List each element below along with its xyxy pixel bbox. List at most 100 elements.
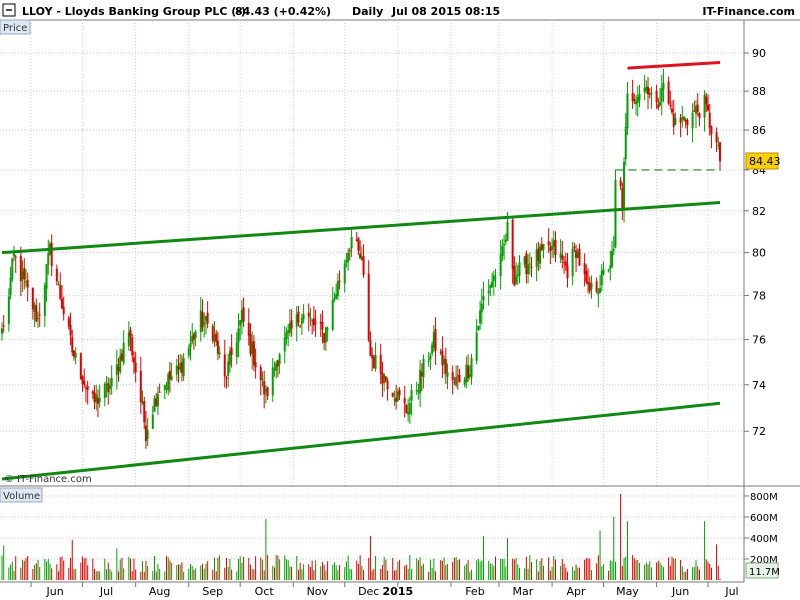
candle-body [501,246,504,256]
chart-title: LLOY - Lloyds Banking Group PLC (-) [22,5,246,18]
candle-body [439,351,442,353]
candle-body [407,412,410,415]
candle-body [96,397,99,404]
candle-body [72,350,75,357]
candle-body [571,248,574,277]
candle-body [600,270,603,286]
candle-body [588,282,591,292]
candle-body [31,287,34,310]
candle-body [203,322,206,325]
period: Daily [352,5,383,18]
candle-body [146,430,149,439]
timestamp: Jul 08 2015 08:15 [391,5,500,18]
candle-body [707,104,710,111]
last-price-label: 84.43 [749,155,781,168]
price-candles [1,68,721,449]
candle-body [648,93,651,95]
candle-body [9,277,12,295]
candle-body [311,319,314,321]
candle-body [451,371,454,381]
candle-body [492,275,495,282]
candle-body [576,251,579,259]
candle-body [494,277,497,279]
volume-axis-labels: 200M400M600M800M [744,492,778,566]
candle-body [191,335,194,343]
candle-body [290,320,293,329]
candle-body [515,276,518,284]
candle-body [696,104,699,112]
candle-body [683,116,686,121]
candle-body [14,256,17,258]
candle-body [638,94,641,101]
candle-body [686,120,689,126]
x-tick-label: Sep [202,585,223,598]
candle-body [93,392,96,403]
candle-body [482,296,485,301]
candle-body [477,325,480,331]
candle-body [703,94,706,118]
candle-body [386,381,389,390]
trendline-lower-channel [1,401,721,481]
candle-body [129,330,132,337]
candle-body [84,387,87,389]
candle-body [575,250,578,259]
candle-body [564,261,567,266]
candle-body [194,331,197,338]
candle-body [324,327,327,343]
volume-panel-label: Volume [3,491,40,502]
candle-body [254,362,257,368]
candle-body [43,285,46,316]
candle-body [335,294,338,299]
last-volume-label: 11.7M [749,567,780,578]
candle-body [239,320,242,326]
candle-body [427,360,430,362]
candle-body [491,281,494,287]
candle-body [230,347,233,355]
candle-body [552,240,555,247]
candle-body [19,255,22,282]
candle-body [177,366,180,369]
candle-body [263,381,266,395]
candle-body [619,180,622,187]
candle-body [319,321,322,324]
candle-body [547,241,550,246]
candle-body [539,246,542,264]
candle-body [443,358,446,365]
candle-body [273,369,276,371]
candle-body [299,325,302,327]
candle-body [662,82,665,90]
candle-body [242,307,245,322]
candle-body [587,281,590,285]
candle-body [504,239,507,242]
candle-body [458,374,461,383]
candle-body [623,161,626,208]
candle-body [223,354,226,377]
candle-body [434,329,437,351]
candle-body [566,265,569,279]
x-tick-label: Jul [724,585,738,598]
candle-body [537,248,540,261]
candle-body [602,269,605,275]
candle-body [554,239,557,255]
candle-body [595,281,598,292]
candle-body [283,337,286,352]
candle-body [62,306,65,315]
candle-body [55,268,58,282]
candle-body [384,376,387,381]
candle-body [321,321,324,330]
candle-body [81,376,84,384]
y-tick-label: 82 [752,205,766,218]
candle-body [71,337,74,353]
candle-body [578,248,581,266]
candle-body [132,357,135,363]
candle-body [211,325,214,341]
candle-body [302,314,305,319]
candle-body [456,375,459,377]
y-tick-label: 86 [752,124,766,137]
candle-body [516,274,519,277]
x-tick-label: Feb [465,585,484,598]
candle-body [647,86,650,95]
x-tick-label: Nov [307,585,329,598]
candle-body [108,385,111,389]
candle-body [693,110,696,112]
